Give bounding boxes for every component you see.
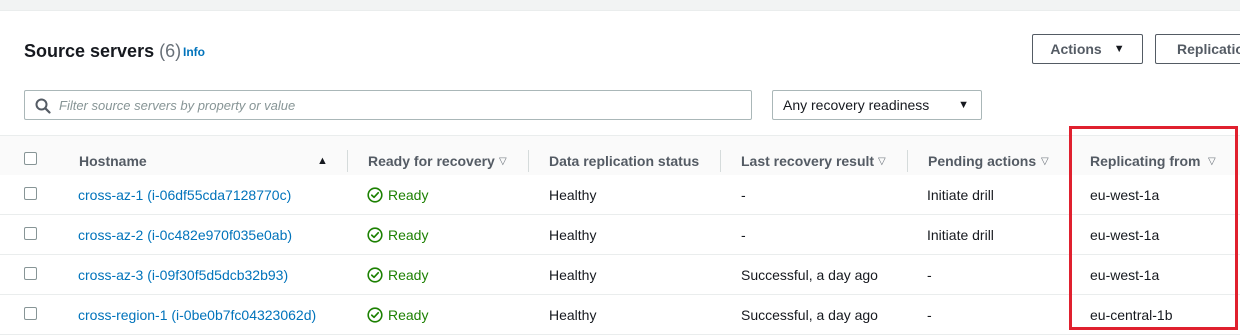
caret-down-icon: ▼ — [958, 99, 969, 111]
search-box[interactable] — [24, 90, 752, 120]
column-data-replication-status[interactable]: Data replication status — [549, 153, 699, 169]
table-row[interactable]: cross-region-1 (i-0be0b7fc04323062d) Rea… — [0, 295, 1240, 335]
ready-status: Ready — [367, 267, 428, 283]
sort-icon[interactable]: ▽ — [878, 156, 886, 167]
column-divider[interactable] — [1071, 150, 1072, 172]
table-row[interactable]: cross-az-3 (i-09f30f5d5dcb32b93) Ready H… — [0, 255, 1240, 295]
source-servers-panel: Source servers (6) Info Actions ▼ Replic… — [0, 10, 1240, 336]
sort-icon[interactable]: ▽ — [1041, 156, 1049, 167]
pending-actions: Initiate drill — [927, 227, 994, 243]
column-divider[interactable] — [347, 150, 348, 172]
info-link[interactable]: Info — [183, 45, 205, 59]
replication-button[interactable]: Replication — [1155, 34, 1240, 64]
sort-icon[interactable]: ▽ — [1208, 156, 1216, 167]
page-title: Source servers (6) — [24, 41, 181, 62]
hostname-link[interactable]: cross-az-2 (i-0c482e970f035e0ab) — [78, 227, 292, 243]
row-checkbox[interactable] — [24, 307, 37, 320]
table-row[interactable]: cross-az-1 (i-06df55cda7128770c) Ready H… — [0, 175, 1240, 215]
ready-label: Ready — [388, 267, 429, 283]
recovery-readiness-select[interactable]: Any recovery readiness ▼ — [772, 90, 982, 120]
column-pending-actions[interactable]: Pending actions — [928, 153, 1036, 169]
sort-icon[interactable]: ▽ — [499, 156, 507, 167]
replicating-from: eu-central-1b — [1090, 307, 1173, 323]
column-hostname[interactable]: Hostname — [79, 153, 147, 169]
last-recovery-result: Successful, a day ago — [741, 267, 878, 283]
ready-label: Ready — [388, 227, 429, 243]
data-replication-status: Healthy — [549, 227, 597, 243]
row-checkbox[interactable] — [24, 227, 37, 240]
pending-actions: Initiate drill — [927, 187, 994, 203]
row-checkbox[interactable] — [24, 187, 37, 200]
pending-actions: - — [927, 307, 932, 323]
ready-status: Ready — [367, 227, 428, 243]
table-row[interactable]: cross-az-2 (i-0c482e970f035e0ab) Ready H… — [0, 215, 1240, 255]
last-recovery-result: - — [741, 227, 746, 243]
column-divider[interactable] — [528, 150, 529, 172]
check-circle-icon — [367, 307, 383, 323]
replicating-from: eu-west-1a — [1090, 267, 1160, 283]
replicating-from: eu-west-1a — [1090, 227, 1160, 243]
column-divider[interactable] — [907, 150, 908, 172]
server-count: (6) — [159, 41, 182, 61]
last-recovery-result: Successful, a day ago — [741, 307, 878, 323]
row-checkbox[interactable] — [24, 267, 37, 280]
pending-actions: - — [927, 267, 932, 283]
sort-ascending-icon[interactable]: ▲ — [317, 155, 328, 167]
ready-status: Ready — [367, 307, 428, 323]
actions-label: Actions — [1050, 41, 1102, 57]
data-replication-status: Healthy — [549, 307, 597, 323]
check-circle-icon — [367, 187, 383, 203]
check-circle-icon — [367, 267, 383, 283]
readiness-select-value: Any recovery readiness — [783, 97, 930, 113]
ready-label: Ready — [388, 307, 429, 323]
ready-label: Ready — [388, 187, 429, 203]
hostname-link[interactable]: cross-region-1 (i-0be0b7fc04323062d) — [78, 307, 316, 323]
replicating-from: eu-west-1a — [1090, 187, 1160, 203]
column-divider[interactable] — [720, 150, 721, 172]
title-text: Source servers — [24, 41, 155, 61]
data-replication-status: Healthy — [549, 187, 597, 203]
check-circle-icon — [367, 227, 383, 243]
hostname-link[interactable]: cross-az-3 (i-09f30f5d5dcb32b93) — [78, 267, 288, 283]
caret-down-icon: ▼ — [1113, 43, 1125, 55]
column-ready-for-recovery[interactable]: Ready for recovery — [368, 153, 495, 169]
column-replicating-from[interactable]: Replicating from — [1090, 153, 1200, 169]
hostname-link[interactable]: cross-az-1 (i-06df55cda7128770c) — [78, 187, 291, 203]
actions-button[interactable]: Actions ▼ — [1032, 34, 1143, 64]
column-last-recovery-result[interactable]: Last recovery result — [741, 153, 874, 169]
replication-label: Replication — [1177, 41, 1240, 57]
search-input[interactable] — [59, 95, 739, 115]
select-all-checkbox[interactable] — [24, 152, 37, 165]
last-recovery-result: - — [741, 187, 746, 203]
ready-status: Ready — [367, 187, 428, 203]
data-replication-status: Healthy — [549, 267, 597, 283]
search-icon — [35, 98, 51, 114]
